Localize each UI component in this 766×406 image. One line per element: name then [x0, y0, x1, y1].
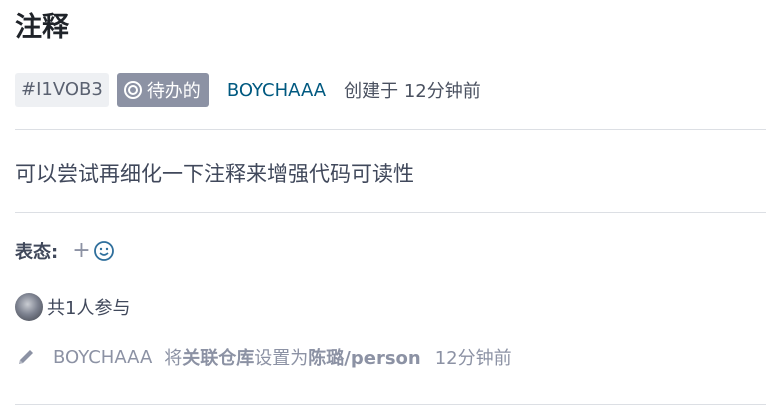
avatar[interactable] [15, 293, 43, 321]
issue-description: 可以尝试再细化一下注释来增强代码可读性 [15, 162, 414, 186]
created-time: 创建于 12分钟前 [344, 81, 481, 102]
issue-meta: #I1VOB3 待办的 BOYCHAAA 创建于 12分钟前 [15, 72, 481, 108]
reactions-label: 表态: [15, 242, 59, 263]
status-badge[interactable]: 待办的 [116, 73, 209, 107]
activity-action: 设置为 [254, 348, 309, 369]
participants: 共1人参与 [15, 292, 130, 322]
activity-time: 12分钟前 [434, 348, 512, 369]
reactions-bar: 表态: + [15, 236, 115, 266]
participants-count: 共1人参与 [47, 298, 131, 319]
smiley-icon[interactable] [93, 240, 115, 262]
divider-bottom [15, 404, 766, 405]
add-reaction-icon[interactable]: + [72, 240, 90, 262]
activity-verb: 将 [164, 348, 183, 369]
status-label: 待办的 [146, 81, 201, 102]
target-circle-icon [123, 81, 142, 99]
divider-middle [15, 212, 766, 213]
activity-value[interactable]: 陈璐/person [308, 344, 420, 370]
activity-user[interactable]: BOYCHAAA [53, 347, 152, 368]
issue-id-badge[interactable]: #I1VOB3 [15, 73, 109, 107]
pencil-icon [19, 350, 33, 364]
issue-title: 注释 [15, 12, 69, 43]
activity-entry: BOYCHAAA 将 关联仓库 设置为 陈璐/person 12分钟前 [15, 342, 512, 372]
author-link[interactable]: BOYCHAAA [227, 80, 326, 101]
divider-top [15, 129, 766, 130]
activity-target: 关联仓库 [182, 348, 255, 369]
